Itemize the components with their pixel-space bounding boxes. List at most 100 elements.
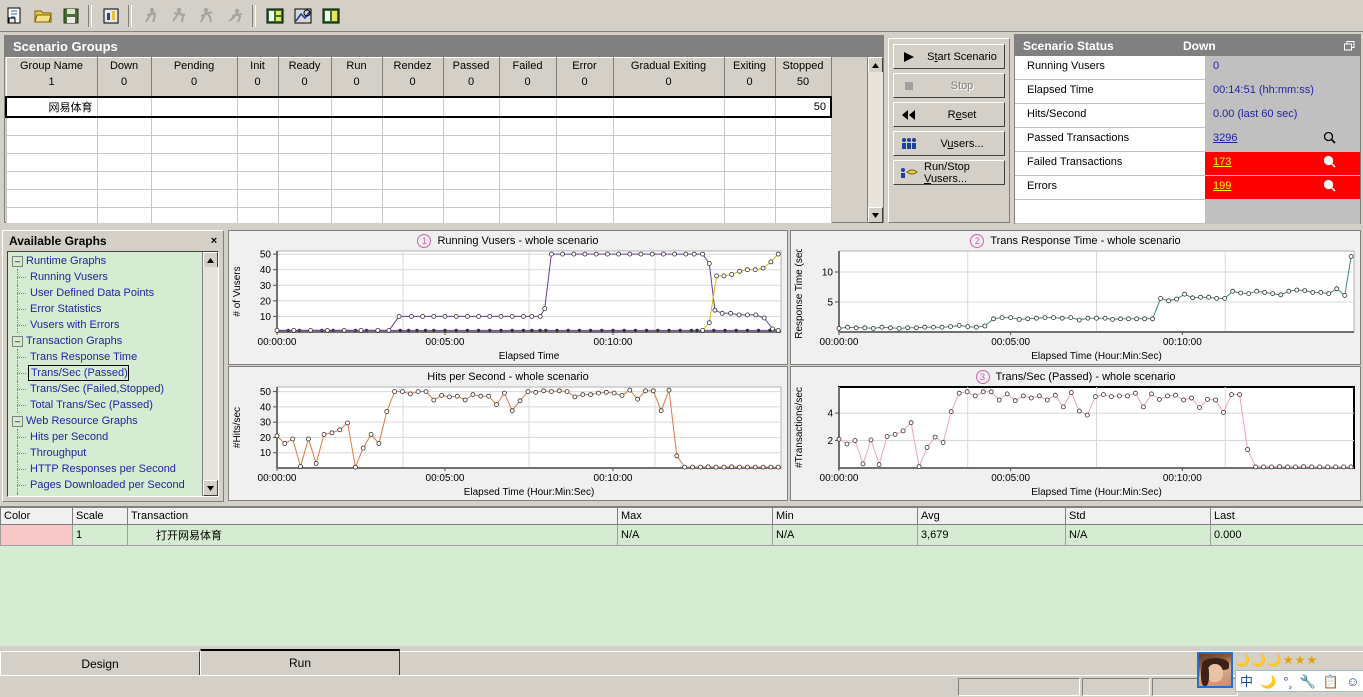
cell-empty[interactable] (612, 153, 725, 172)
reset-button[interactable]: Reset (893, 102, 1005, 127)
tree-item-error-statistics[interactable]: Error Statistics (8, 301, 202, 317)
graph-plot[interactable]: 10 20 30 40 50 00:00:00 00:05:00 00:10:00 # of V… (229, 249, 789, 366)
cell-empty[interactable] (236, 116, 279, 136)
cell-empty[interactable] (555, 135, 614, 154)
column-header-rendez[interactable]: Rendez 0 (381, 57, 444, 98)
legend-column-scale[interactable]: Scale (72, 507, 128, 525)
tree-scrollbar-track[interactable] (203, 267, 218, 481)
cell-empty[interactable] (96, 153, 152, 172)
graph-pane-running-vusers[interactable]: 1 Running Vusers - whole scenario 10 20 30 40… (228, 230, 788, 365)
legend-row[interactable]: 1 打开网易体育 N/A N/A 3,679 N/A 0.000 (0, 524, 1363, 546)
table-row[interactable] (5, 153, 832, 172)
save-scenario-icon[interactable] (58, 3, 84, 29)
open-scenario-icon[interactable] (30, 3, 56, 29)
cell-exiting[interactable] (723, 96, 776, 118)
cell-run[interactable] (330, 96, 383, 118)
cell-empty[interactable] (612, 116, 725, 136)
column-header-passed[interactable]: Passed 0 (442, 57, 500, 98)
tree-scroll-up-arrow[interactable] (203, 252, 218, 268)
gradual-stop-icon[interactable] (222, 3, 248, 29)
cell-empty[interactable] (330, 135, 383, 154)
cell-empty[interactable] (612, 207, 725, 223)
column-header-ready[interactable]: Ready 0 (277, 57, 332, 98)
graph-plot[interactable]: 10 20 30 40 50 00:00:00 00:05:00 00:10:00 #Hits/… (229, 385, 789, 502)
legend-column-std[interactable]: Std (1065, 507, 1211, 525)
cell-empty[interactable] (381, 171, 444, 190)
cell-empty[interactable] (555, 207, 614, 223)
column-header-gradual-exiting[interactable]: Gradual Exiting 0 (612, 57, 725, 98)
tree-group-web-resource-graphs[interactable]: – Web Resource Graphs (8, 413, 202, 429)
column-header-pending[interactable]: Pending 0 (150, 57, 238, 98)
cell-empty[interactable] (236, 153, 279, 172)
cell-empty[interactable] (442, 153, 500, 172)
cell-empty[interactable] (96, 171, 152, 190)
cell-empty[interactable] (612, 171, 725, 190)
tree-item-trans-sec-passed[interactable]: Trans/Sec (Passed) (8, 365, 202, 381)
status-value[interactable]: 3296 (1205, 128, 1360, 151)
cell-empty[interactable] (150, 135, 238, 154)
cell-empty[interactable] (150, 207, 238, 223)
cell-empty[interactable] (723, 171, 776, 190)
cell-pending[interactable] (150, 96, 238, 118)
tree-item-running-vusers[interactable]: Running Vusers (8, 269, 202, 285)
graph-pane-trans-response-time[interactable]: 2 Trans Response Time - whole scenario 5 10… (790, 230, 1361, 365)
column-header-group-name[interactable]: Group Name 1 (5, 57, 98, 98)
column-header-error[interactable]: Error 0 (555, 57, 614, 98)
cell-error[interactable] (555, 96, 614, 118)
cell-empty[interactable] (442, 207, 500, 223)
cell-empty[interactable] (774, 153, 832, 172)
cell-empty[interactable] (150, 116, 238, 136)
cell-empty[interactable] (330, 171, 383, 190)
cell-empty[interactable] (96, 207, 152, 223)
group-name-cell[interactable] (5, 189, 98, 208)
table-row[interactable] (5, 189, 832, 208)
cell-empty[interactable] (555, 153, 614, 172)
cell-empty[interactable] (498, 189, 557, 208)
ime-chinese-mode[interactable]: 中 (1240, 675, 1253, 688)
cell-empty[interactable] (612, 135, 725, 154)
cell-empty[interactable] (236, 189, 279, 208)
tree-item-user-defined-data-points[interactable]: User Defined Data Points (8, 285, 202, 301)
table-row[interactable] (5, 207, 832, 223)
cell-empty[interactable] (442, 116, 500, 136)
cell-empty[interactable] (381, 207, 444, 223)
cell-empty[interactable] (277, 153, 332, 172)
table-row[interactable]: 网易体育 50 (5, 96, 832, 118)
group-name-cell[interactable] (5, 116, 98, 136)
cell-rendez[interactable] (381, 96, 444, 118)
cell-empty[interactable] (774, 171, 832, 190)
pause-vuser-icon[interactable] (194, 3, 220, 29)
ime-button-row[interactable]: 中 🌙 °¸ 🔧 📋 ☺ (1235, 670, 1363, 692)
cell-empty[interactable] (96, 135, 152, 154)
cell-empty[interactable] (442, 171, 500, 190)
cell-empty[interactable] (381, 189, 444, 208)
cell-empty[interactable] (150, 171, 238, 190)
analyze-results-icon[interactable] (290, 3, 316, 29)
expand-collapse-icon[interactable]: – (12, 255, 23, 267)
avatar[interactable] (1197, 652, 1233, 688)
legend-table[interactable]: Color Scale Transaction Max Min Avg Std Last 1打… (0, 507, 1363, 546)
cell-empty[interactable] (442, 135, 500, 154)
magnifier-icon[interactable] (1323, 131, 1336, 147)
cell-failed[interactable] (498, 96, 557, 118)
cell-passed[interactable] (442, 96, 500, 118)
cell-empty[interactable] (381, 116, 444, 136)
cell-empty[interactable] (774, 207, 832, 223)
cell-empty[interactable] (774, 116, 832, 136)
column-header-failed[interactable]: Failed 0 (498, 57, 557, 98)
stop-vuser-icon[interactable] (166, 3, 192, 29)
cell-empty[interactable] (277, 116, 332, 136)
cell-empty[interactable] (498, 153, 557, 172)
cell-stopped[interactable]: 50 (774, 96, 832, 118)
table-row[interactable] (5, 135, 832, 154)
cell-empty[interactable] (723, 189, 776, 208)
tree-item-hits-per-second[interactable]: Hits per Second (8, 429, 202, 445)
column-header-init[interactable]: Init 0 (236, 57, 279, 98)
tab-run[interactable]: Run (200, 649, 400, 675)
available-graphs-tree[interactable]: – Runtime Graphs Running Vusers User Define… (7, 251, 219, 497)
cell-gradual[interactable] (612, 96, 725, 118)
column-header-down[interactable]: Down 0 (96, 57, 152, 98)
cell-empty[interactable] (96, 116, 152, 136)
table-row[interactable] (5, 116, 832, 136)
tree-item-retries-per-second[interactable]: Retries per Second (8, 493, 202, 496)
